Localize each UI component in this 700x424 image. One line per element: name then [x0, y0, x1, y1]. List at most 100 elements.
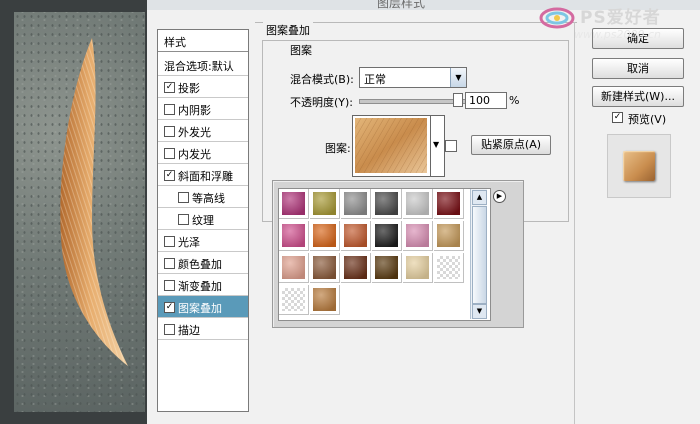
pattern-swatch-item[interactable]: [341, 189, 371, 219]
opacity-slider[interactable]: [359, 99, 466, 104]
opacity-input[interactable]: 100: [465, 92, 507, 109]
pattern-swatch-item[interactable]: [279, 221, 309, 251]
pattern-overlay-checkbox[interactable]: ✓: [164, 302, 175, 313]
pattern-swatch-item[interactable]: [434, 221, 464, 251]
blending-options-item[interactable]: 混合选项:默认: [158, 54, 248, 76]
pattern-swatch-item[interactable]: [372, 221, 402, 251]
pattern-swatch-fill: [437, 256, 460, 279]
pattern-swatch-item[interactable]: [279, 253, 309, 283]
pattern-swatch-item[interactable]: [372, 189, 402, 219]
pattern-swatch-fill: [282, 288, 305, 311]
pattern-swatch-fill: [344, 192, 367, 215]
satin-checkbox[interactable]: [164, 236, 175, 247]
stroke-checkbox[interactable]: [164, 324, 175, 335]
style-item-label: 描边: [178, 324, 200, 337]
inner-glow-checkbox[interactable]: [164, 148, 175, 159]
style-item-pattern-overlay[interactable]: ✓ 图案叠加: [158, 296, 248, 318]
scroll-down-icon[interactable]: ▼: [472, 304, 487, 319]
opacity-value: 100: [469, 94, 490, 107]
pattern-swatch-fill: [375, 224, 398, 247]
opacity-unit: %: [509, 94, 520, 107]
style-item-label: 内阴影: [178, 104, 211, 117]
pattern-swatch-item[interactable]: [310, 189, 340, 219]
pattern-swatch-item[interactable]: [403, 221, 433, 251]
opacity-label: 不透明度(Y):: [290, 96, 354, 109]
outer-glow-checkbox[interactable]: [164, 126, 175, 137]
pattern-swatch-item[interactable]: [403, 189, 433, 219]
cancel-button[interactable]: 取消: [592, 58, 684, 79]
pattern-swatch-fill: [313, 288, 336, 311]
panel-divider: [574, 22, 575, 424]
preview-checkbox[interactable]: ✓: [612, 112, 623, 123]
pattern-swatch-fill: [406, 256, 429, 279]
site-watermark: PS爱好者 www.ps2000.cn: [538, 3, 700, 43]
pattern-swatch-fill: [375, 256, 398, 279]
picker-menu-arrow-icon[interactable]: ▶: [493, 190, 506, 203]
style-item-color-overlay[interactable]: 颜色叠加: [158, 252, 248, 274]
watermark-logo-icon: [539, 7, 575, 29]
pattern-swatch-fill: [344, 256, 367, 279]
style-item-satin[interactable]: 光泽: [158, 230, 248, 252]
style-item-label: 投影: [178, 82, 200, 95]
pattern-swatch-fill: [406, 192, 429, 215]
styles-header-label: 样式: [164, 36, 186, 49]
bevel-emboss-checkbox[interactable]: ✓: [164, 170, 175, 181]
pattern-swatch-item[interactable]: [403, 253, 433, 283]
color-overlay-checkbox[interactable]: [164, 258, 175, 269]
blend-mode-select[interactable]: 正常 ▼: [359, 67, 467, 88]
inner-shadow-checkbox[interactable]: [164, 104, 175, 115]
pattern-swatch-item[interactable]: [434, 189, 464, 219]
blending-options-label: 混合选项:默认: [164, 60, 234, 73]
pattern-swatch-fill: [375, 192, 398, 215]
pattern-dropdown-button[interactable]: ▼: [430, 115, 445, 177]
pattern-swatch[interactable]: [352, 115, 432, 177]
style-item-texture[interactable]: 纹理: [158, 208, 248, 230]
styles-header[interactable]: 样式: [158, 30, 248, 52]
pattern-swatch-item[interactable]: [434, 253, 464, 283]
style-item-stroke[interactable]: 描边: [158, 318, 248, 340]
pattern-swatch-item[interactable]: [310, 253, 340, 283]
pattern-swatch-fill: [437, 224, 460, 247]
scroll-up-icon[interactable]: ▲: [472, 190, 487, 205]
pattern-label: 图案:: [325, 142, 351, 155]
pattern-swatch-item[interactable]: [341, 253, 371, 283]
pattern-swatch-fill: [282, 256, 305, 279]
blend-mode-label: 混合模式(B):: [290, 73, 354, 86]
snap-to-origin-button[interactable]: 贴紧原点(A): [471, 135, 551, 155]
style-item-gradient-overlay[interactable]: 渐变叠加: [158, 274, 248, 296]
drop-shadow-checkbox[interactable]: ✓: [164, 82, 175, 93]
style-item-label: 等高线: [192, 192, 225, 205]
texture-checkbox[interactable]: [178, 214, 189, 225]
fur-pattern-preview: [355, 118, 427, 173]
pattern-swatch-item[interactable]: [372, 253, 402, 283]
style-item-outer-glow[interactable]: 外发光: [158, 120, 248, 142]
scroll-thumb[interactable]: [472, 206, 487, 304]
preview-label: 预览(V): [628, 113, 667, 126]
style-item-label: 内发光: [178, 148, 211, 161]
pattern-swatch-item[interactable]: [279, 189, 309, 219]
style-item-inner-shadow[interactable]: 内阴影: [158, 98, 248, 120]
pattern-swatch-item[interactable]: [310, 285, 340, 315]
pattern-swatch-item[interactable]: [279, 285, 309, 315]
contour-checkbox[interactable]: [178, 192, 189, 203]
document-canvas: [0, 0, 147, 424]
preview-swatch: [623, 151, 655, 181]
pattern-swatch-fill: [406, 224, 429, 247]
style-item-label: 光泽: [178, 236, 200, 249]
chevron-down-icon[interactable]: ▼: [450, 68, 466, 87]
new-preset-icon[interactable]: [445, 140, 457, 152]
picker-scrollbar[interactable]: ▲ ▼: [470, 189, 487, 319]
opacity-slider-thumb[interactable]: [453, 93, 463, 107]
style-item-bevel-emboss[interactable]: ✓ 斜面和浮雕: [158, 164, 248, 186]
style-item-inner-glow[interactable]: 内发光: [158, 142, 248, 164]
pattern-swatch-fill: [282, 192, 305, 215]
watermark-url: www.ps2000.cn: [574, 28, 662, 41]
style-item-contour[interactable]: 等高线: [158, 186, 248, 208]
pattern-swatch-item[interactable]: [310, 221, 340, 251]
new-style-button[interactable]: 新建样式(W)...: [592, 86, 684, 107]
style-item-label: 纹理: [192, 214, 214, 227]
pattern-swatch-item[interactable]: [341, 221, 371, 251]
gradient-overlay-checkbox[interactable]: [164, 280, 175, 291]
style-item-drop-shadow[interactable]: ✓ 投影: [158, 76, 248, 98]
pattern-picker-popup: ▲ ▼ ▶: [272, 180, 524, 328]
